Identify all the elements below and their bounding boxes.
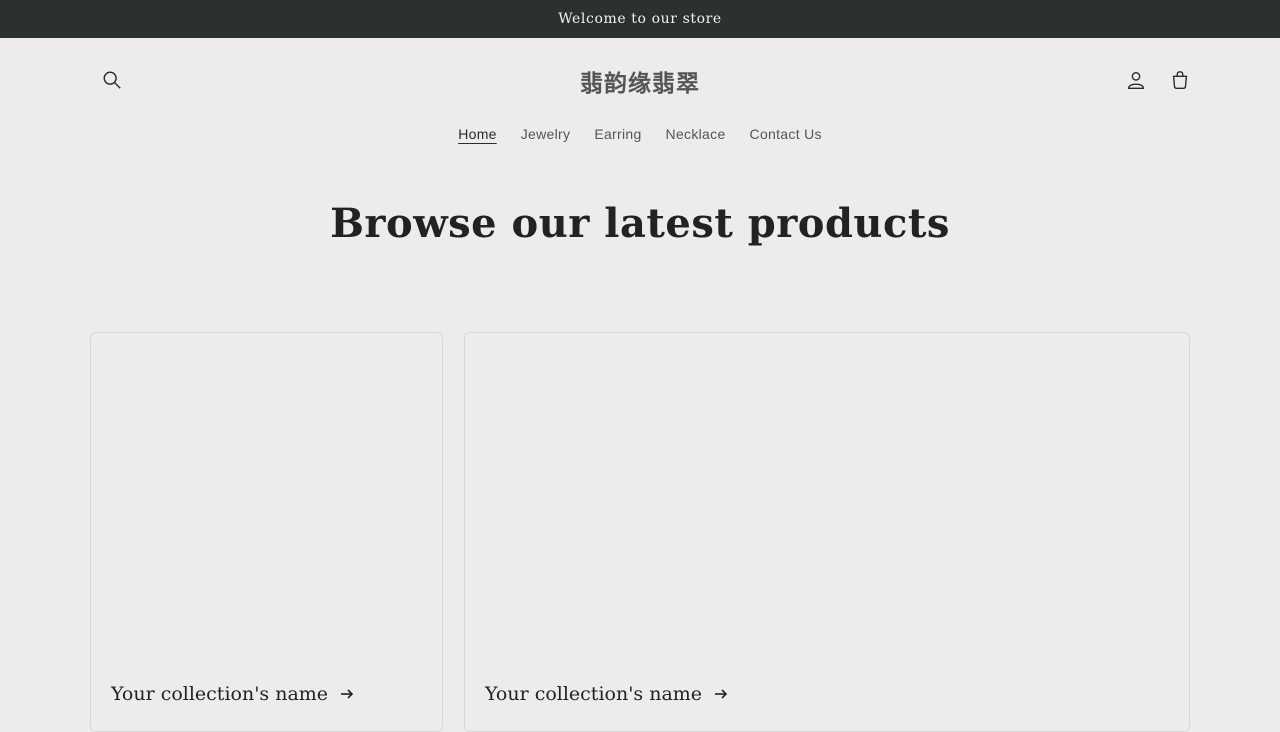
arrow-right-icon xyxy=(341,689,354,699)
cart-icon xyxy=(1172,71,1188,89)
search-icon xyxy=(103,71,121,89)
site-header: 翡韵缘翡翠 Home Jewelry Earring Necklace Cont… xyxy=(0,38,1280,162)
user-icon xyxy=(1127,71,1145,89)
store-logo[interactable]: 翡韵缘翡翠 xyxy=(440,64,840,98)
arrow-right-icon xyxy=(715,689,728,699)
nav-item-jewelry[interactable]: Jewelry xyxy=(521,124,571,144)
cart-button[interactable] xyxy=(1160,60,1200,100)
nav-item-necklace[interactable]: Necklace xyxy=(666,124,726,144)
search-button[interactable] xyxy=(92,60,132,100)
nav-item-home[interactable]: Home xyxy=(458,124,497,144)
collection-card[interactable]: Your collection's name xyxy=(464,332,1190,732)
announcement-text: Welcome to our store xyxy=(558,11,722,27)
account-button[interactable] xyxy=(1116,60,1156,100)
main-nav: Home Jewelry Earring Necklace Contact Us xyxy=(0,124,1280,144)
collection-card[interactable]: Your collection's name xyxy=(90,332,443,732)
collection-title: Your collection's name xyxy=(111,683,329,705)
section-heading: Browse our latest products xyxy=(330,200,950,247)
announcement-bar: Welcome to our store xyxy=(0,0,1280,38)
collection-title: Your collection's name xyxy=(485,683,703,705)
collection-title-link[interactable]: Your collection's name xyxy=(111,683,354,705)
collection-title-link[interactable]: Your collection's name xyxy=(485,683,728,705)
nav-item-earring[interactable]: Earring xyxy=(594,124,641,144)
nav-item-contact-us[interactable]: Contact Us xyxy=(750,124,822,144)
